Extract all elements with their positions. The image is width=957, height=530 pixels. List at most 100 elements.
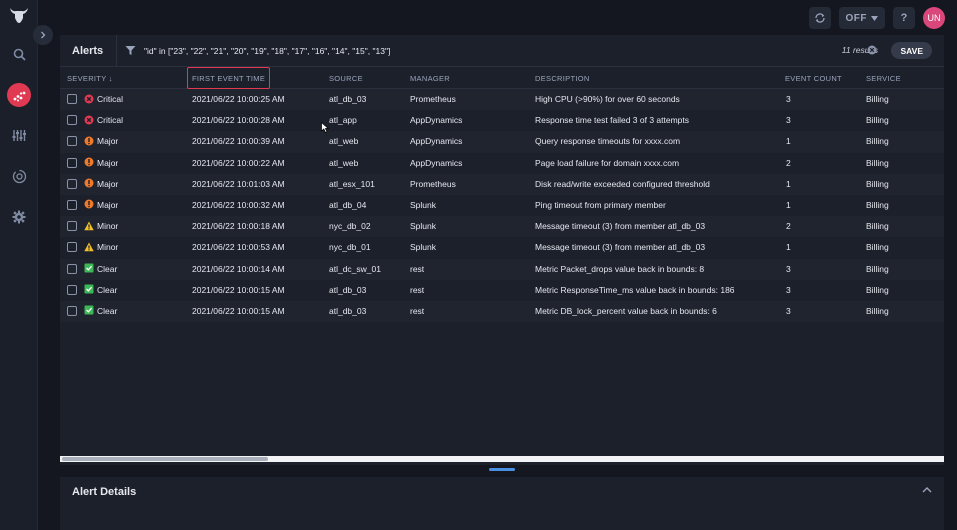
alerts-title: Alerts	[72, 44, 104, 57]
row-checkbox[interactable]	[67, 263, 77, 274]
search-icon[interactable]	[7, 42, 31, 66]
mouse-cursor-icon	[321, 122, 329, 133]
column-source[interactable]: SOURCE	[329, 74, 363, 83]
cell-service: Billing	[866, 284, 889, 295]
row-checkbox[interactable]	[67, 221, 77, 232]
column-event-count[interactable]: EVENT COUNT	[785, 74, 842, 83]
cell-event-count: 3	[786, 305, 791, 316]
table-row[interactable]: Minor 2021/06/22 10:00:18 AM nyc_db_02 Splu…	[60, 216, 944, 238]
chevron-up-icon[interactable]	[922, 486, 932, 494]
cell-severity: Clear	[97, 263, 118, 274]
cell-first-event-time: 2021/06/22 10:00:25 AM	[192, 94, 285, 104]
major-exclamation-icon	[84, 136, 94, 146]
chevron-right-icon	[41, 31, 46, 39]
cell-source: atl_esx_101	[329, 178, 375, 189]
row-checkbox[interactable]	[67, 305, 77, 316]
cell-first-event-time: 2021/06/22 10:00:15 AM	[192, 284, 285, 295]
cell-source: nyc_db_01	[329, 242, 371, 253]
cell-first-event-time: 2021/06/22 10:00:15 AM	[192, 305, 285, 316]
user-avatar[interactable]: UN	[923, 7, 945, 29]
cell-manager: AppDynamics	[410, 136, 463, 147]
table-row[interactable]: Clear 2021/06/22 10:00:14 AM atl_dc_sw_01 r…	[60, 258, 944, 280]
help-icon: ?	[900, 12, 908, 24]
cell-first-event-time: 2021/06/22 10:01:03 AM	[192, 178, 285, 189]
toggle-label: OFF	[845, 12, 867, 24]
column-first-event-time[interactable]: FIRST EVENT TIME	[187, 67, 271, 89]
cell-service: Billing	[866, 157, 889, 168]
cell-description: Disk read/write exceeded configured thre…	[535, 178, 710, 189]
help-button[interactable]: ?	[893, 7, 915, 29]
cell-source: atl_web	[329, 157, 359, 168]
table-row[interactable]: Major 2021/06/22 10:00:32 AM atl_db_04 Splu…	[60, 195, 944, 216]
column-service[interactable]: SERVICE	[866, 74, 901, 83]
horizontal-scrollbar[interactable]	[60, 456, 944, 462]
sidebar-expand-button[interactable]	[33, 25, 53, 45]
cell-event-count: 1	[786, 199, 791, 210]
filter-query-input[interactable]: "id" in ["23", "22", "21", "20", "19", "…	[144, 46, 390, 56]
cell-service: Billing	[866, 178, 889, 189]
cell-manager: rest	[410, 284, 425, 295]
cell-manager: Splunk	[410, 199, 436, 210]
table-row[interactable]: Critical 2021/06/22 10:00:28 AM atl_app App…	[60, 110, 944, 131]
table-row[interactable]: Major 2021/06/22 10:01:03 AM atl_esx_101 Pr…	[60, 173, 944, 195]
row-checkbox[interactable]	[67, 94, 77, 104]
major-exclamation-icon	[84, 157, 94, 167]
alert-details-title: Alert Details	[72, 486, 137, 498]
cell-severity: Minor	[97, 221, 119, 232]
cell-manager: Splunk	[410, 242, 436, 253]
panel-resize-handle[interactable]	[489, 468, 515, 471]
minor-warning-icon	[84, 221, 94, 230]
row-checkbox[interactable]	[67, 242, 77, 253]
cell-first-event-time: 2021/06/22 10:00:22 AM	[192, 157, 285, 168]
minor-warning-icon	[84, 242, 94, 252]
table-header: SEVERITY ↓ FIRST EVENT TIME SOURCE MANAG…	[60, 67, 944, 89]
row-checkbox[interactable]	[67, 284, 77, 295]
row-checkbox[interactable]	[67, 136, 77, 147]
cell-description: Response time test failed 3 of 3 attempt…	[535, 115, 690, 126]
column-description[interactable]: DESCRIPTION	[535, 74, 590, 83]
cell-manager: rest	[410, 305, 425, 316]
cell-event-count: 2	[786, 221, 791, 232]
row-checkbox[interactable]	[67, 199, 77, 210]
row-checkbox[interactable]	[67, 115, 77, 126]
cell-description: Message timeout (3) from member atl_db_0…	[535, 242, 706, 253]
cell-description: Page load failure for domain xxxx.com	[535, 157, 680, 168]
bull-logo-icon[interactable]	[8, 4, 30, 26]
cell-source: atl_db_03	[329, 305, 367, 316]
cell-manager: rest	[410, 263, 425, 274]
cell-service: Billing	[866, 263, 889, 274]
cell-event-count: 3	[786, 115, 791, 126]
filter-icon[interactable]	[125, 45, 136, 56]
clear-filter-icon[interactable]	[867, 45, 877, 55]
sliders-icon[interactable]	[7, 123, 31, 147]
column-severity[interactable]: SEVERITY ↓	[67, 74, 113, 83]
table-row[interactable]: Clear 2021/06/22 10:00:15 AM atl_db_03 rest…	[60, 280, 944, 301]
cell-manager: Splunk	[410, 221, 436, 232]
cell-event-count: 3	[786, 284, 791, 295]
refresh-button[interactable]	[808, 7, 831, 29]
column-manager[interactable]: MANAGER	[410, 74, 450, 83]
cell-service: Billing	[866, 94, 889, 104]
cell-first-event-time: 2021/06/22 10:00:39 AM	[192, 136, 285, 147]
alerts-chart-icon[interactable]	[7, 83, 31, 107]
table-row[interactable]: Critical 2021/06/22 10:00:25 AM atl_db_03 P…	[60, 89, 944, 111]
clear-check-icon	[84, 263, 94, 273]
cell-severity: Major	[97, 178, 119, 189]
table-row[interactable]: Major 2021/06/22 10:00:39 AM atl_web AppDyn…	[60, 131, 944, 153]
cell-description: Ping timeout from primary member	[535, 199, 666, 210]
cell-description: Metric DB_lock_percent value back in bou…	[535, 305, 717, 316]
row-checkbox[interactable]	[67, 178, 77, 189]
sync-icon[interactable]	[7, 164, 31, 188]
table-row[interactable]: Minor 2021/06/22 10:00:53 AM nyc_db_01 Splu…	[60, 237, 944, 258]
save-button[interactable]: SAVE	[891, 42, 932, 59]
auto-refresh-toggle[interactable]: OFF	[838, 7, 885, 29]
cell-description: Message timeout (3) from member atl_db_0…	[535, 221, 706, 232]
cell-source: atl_db_04	[329, 199, 367, 210]
scrollbar-thumb[interactable]	[62, 457, 268, 461]
cell-description: Query response timeouts for xxxx.com	[535, 136, 681, 147]
gear-icon[interactable]	[7, 205, 31, 229]
table-row[interactable]: Clear 2021/06/22 10:00:15 AM atl_db_03 rest…	[60, 300, 944, 323]
row-checkbox[interactable]	[67, 157, 77, 168]
table-row[interactable]: Major 2021/06/22 10:00:22 AM atl_web AppDyn…	[60, 153, 944, 174]
toolbar-divider	[116, 34, 117, 67]
